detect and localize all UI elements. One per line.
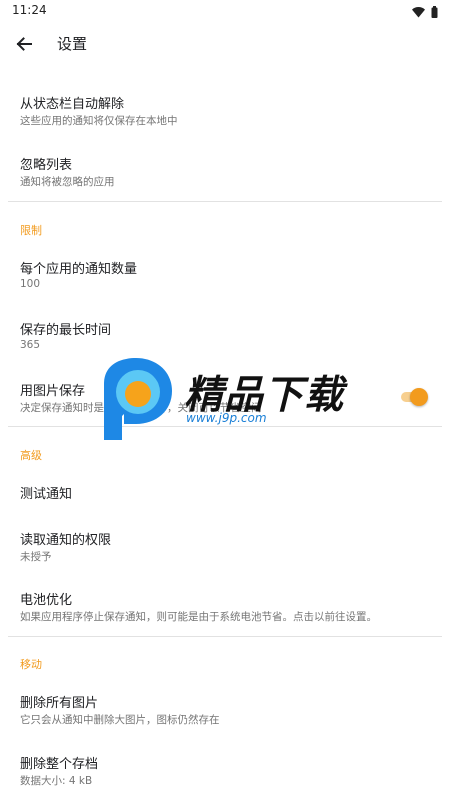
app-bar: 设置 xyxy=(0,22,450,66)
section-header-move: 移动 xyxy=(20,658,42,671)
battery-icon xyxy=(431,3,438,22)
page-title: 设置 xyxy=(57,35,88,53)
section-divider xyxy=(8,201,442,202)
pref-per-app-count-summary: 100 xyxy=(20,278,41,290)
pref-per-app-count[interactable]: 每个应用的通知数量 100 xyxy=(0,250,450,310)
save-images-switch[interactable] xyxy=(398,387,432,407)
status-time: 11:24 xyxy=(12,3,47,17)
pref-delete-images[interactable]: 删除所有图片 它只会从通知中删除大图片，图标仍然存在 xyxy=(0,684,450,744)
pref-max-time-summary: 365 xyxy=(20,339,41,351)
pref-battery-title: 电池优化 xyxy=(20,593,73,608)
pref-delete-archive-summary: 数据大小: 4 kB xyxy=(20,775,93,787)
arrow-left-icon xyxy=(16,37,32,51)
pref-auto-dismiss[interactable]: 从状态栏自动解除 这些应用的通知将仅保存在本地中 xyxy=(0,85,450,145)
pref-delete-images-title: 删除所有图片 xyxy=(20,696,99,711)
pref-read-permission-title: 读取通知的权限 xyxy=(20,533,112,548)
section-divider xyxy=(8,426,442,427)
pref-ignore-list[interactable]: 忽略列表 通知将被忽略的应用 xyxy=(0,146,450,206)
pref-max-time[interactable]: 保存的最长时间 365 xyxy=(0,311,450,371)
pref-ignore-list-title: 忽略列表 xyxy=(20,158,73,173)
pref-max-time-title: 保存的最长时间 xyxy=(20,323,112,338)
section-divider xyxy=(8,636,442,637)
pref-delete-archive[interactable]: 删除整个存档 数据大小: 4 kB xyxy=(0,745,450,800)
pref-read-permission-summary: 未授予 xyxy=(20,551,52,563)
section-header-advanced: 高级 xyxy=(20,449,42,462)
pref-ignore-list-summary: 通知将被忽略的应用 xyxy=(20,176,115,188)
pref-auto-dismiss-summary: 这些应用的通知将仅保存在本地中 xyxy=(20,115,178,127)
pref-save-images-summary: 决定保存通知时是否保存大图片，关闭可以节省空间 xyxy=(20,402,262,414)
back-button[interactable] xyxy=(10,30,38,58)
pref-save-images-title: 用图片保存 xyxy=(20,384,86,399)
pref-read-permission[interactable]: 读取通知的权限 未授予 xyxy=(0,521,450,581)
pref-save-images[interactable]: 用图片保存 决定保存通知时是否保存大图片，关闭可以节省空间 xyxy=(0,372,450,432)
pref-delete-archive-title: 删除整个存档 xyxy=(20,757,99,772)
pref-auto-dismiss-title: 从状态栏自动解除 xyxy=(20,97,125,112)
switch-thumb xyxy=(410,388,428,406)
pref-battery-summary: 如果应用程序停止保存通知，则可能是由于系统电池节省。点击以前往设置。 xyxy=(20,611,377,623)
wifi-icon xyxy=(412,3,425,22)
pref-battery-optimization[interactable]: 电池优化 如果应用程序停止保存通知，则可能是由于系统电池节省。点击以前往设置。 xyxy=(0,581,450,641)
pref-delete-images-summary: 它只会从通知中删除大图片，图标仍然存在 xyxy=(20,714,220,726)
pref-test-notification-title: 测试通知 xyxy=(20,487,73,502)
status-icons xyxy=(412,3,438,22)
section-header-limits: 限制 xyxy=(20,224,42,237)
settings-screen: 11:24 设置 从状态栏自动解除 这些应用的通知将仅保存在本地中 忽略列表 通… xyxy=(0,0,450,800)
pref-test-notification[interactable]: 测试通知 xyxy=(0,470,450,515)
pref-per-app-count-title: 每个应用的通知数量 xyxy=(20,262,138,277)
status-bar: 11:24 xyxy=(0,0,450,22)
